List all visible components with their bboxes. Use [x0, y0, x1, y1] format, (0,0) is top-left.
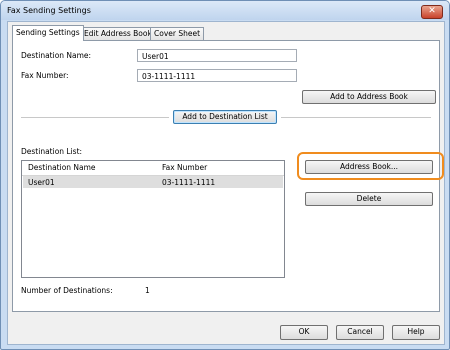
- destination-name-label: Destination Name:: [21, 51, 92, 60]
- destination-list[interactable]: Destination Name Fax Number User01 03-11…: [21, 160, 285, 278]
- column-destination-name[interactable]: Destination Name: [28, 163, 96, 172]
- tab-cover-sheet[interactable]: Cover Sheet: [150, 27, 205, 40]
- list-item[interactable]: User01 03-1111-1111: [23, 176, 283, 188]
- destination-list-label: Destination List:: [21, 147, 83, 156]
- address-book-highlight: [297, 152, 444, 180]
- delete-button[interactable]: Delete: [305, 192, 433, 206]
- close-button[interactable]: ✕: [421, 5, 443, 19]
- tab-edit-address-book[interactable]: Edit Address Book: [80, 27, 156, 40]
- cancel-button[interactable]: Cancel: [336, 325, 384, 340]
- tab-sending-settings[interactable]: Sending Settings: [12, 25, 84, 41]
- fax-number-label: Fax Number:: [21, 71, 69, 80]
- row-destination-name: User01: [28, 178, 55, 187]
- number-of-destinations-value: 1: [145, 286, 150, 295]
- window-title: Fax Sending Settings: [7, 6, 91, 15]
- separator-left: [21, 117, 169, 118]
- sending-settings-panel: Destination Name: User01 Fax Number: 03-…: [12, 40, 444, 312]
- ok-button[interactable]: OK: [280, 325, 328, 340]
- fax-number-field[interactable]: 03-1111-1111: [137, 69, 297, 82]
- row-fax-number: 03-1111-1111: [162, 178, 216, 187]
- column-fax-number[interactable]: Fax Number: [162, 163, 207, 172]
- destination-name-field[interactable]: User01: [137, 49, 297, 62]
- separator-right: [281, 117, 431, 118]
- list-header: Destination Name Fax Number: [22, 161, 284, 176]
- number-of-destinations-label: Number of Destinations:: [21, 286, 113, 295]
- add-to-destination-list-button[interactable]: Add to Destination List: [173, 110, 277, 124]
- help-button[interactable]: Help: [392, 325, 440, 340]
- title-bar: Fax Sending Settings ✕: [1, 1, 449, 20]
- dialog-body: Sending Settings Edit Address Book Cover…: [7, 21, 445, 345]
- fax-sending-settings-dialog: Fax Sending Settings ✕ Sending Settings …: [0, 0, 450, 350]
- close-icon: ✕: [428, 6, 436, 16]
- add-to-address-book-button[interactable]: Add to Address Book: [302, 90, 436, 104]
